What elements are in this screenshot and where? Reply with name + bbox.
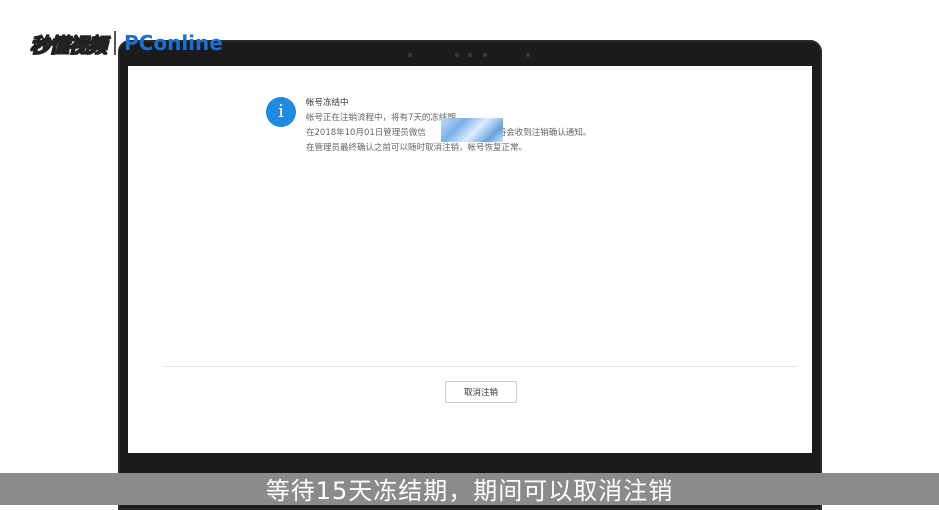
camera-dot bbox=[408, 53, 412, 57]
camera-dot bbox=[483, 53, 487, 57]
screen: i 帐号冻结中 帐号正在注销流程中，将有7天的冻结期 在2018年10月01日管… bbox=[128, 66, 812, 453]
notice-line-part: 将会收到注销确认通知。 bbox=[497, 128, 592, 138]
blurred-region bbox=[441, 118, 503, 142]
notice-title: 帐号冻结中 bbox=[306, 98, 349, 108]
divider bbox=[164, 366, 798, 367]
watermark-logo: 秒懂视频 PConline bbox=[30, 28, 223, 58]
camera-dot bbox=[455, 53, 459, 57]
cancel-deletion-button[interactable]: 取消注销 bbox=[445, 381, 517, 403]
info-icon: i bbox=[266, 97, 296, 127]
camera-dot bbox=[468, 53, 472, 57]
video-subtitle: 等待15天冻结期，期间可以取消注销 bbox=[265, 477, 674, 505]
logo-en: PConline bbox=[124, 31, 223, 55]
logo-cn: 秒懂视频 bbox=[30, 32, 108, 57]
notice-line-part: 在2018年10月01日管理员微信 bbox=[306, 128, 426, 138]
notice-line: 在管理员最终确认之前可以随时取消注销，帐号恢复正常。 bbox=[306, 143, 528, 153]
logo-separator bbox=[114, 31, 116, 55]
camera-dot bbox=[526, 53, 530, 57]
